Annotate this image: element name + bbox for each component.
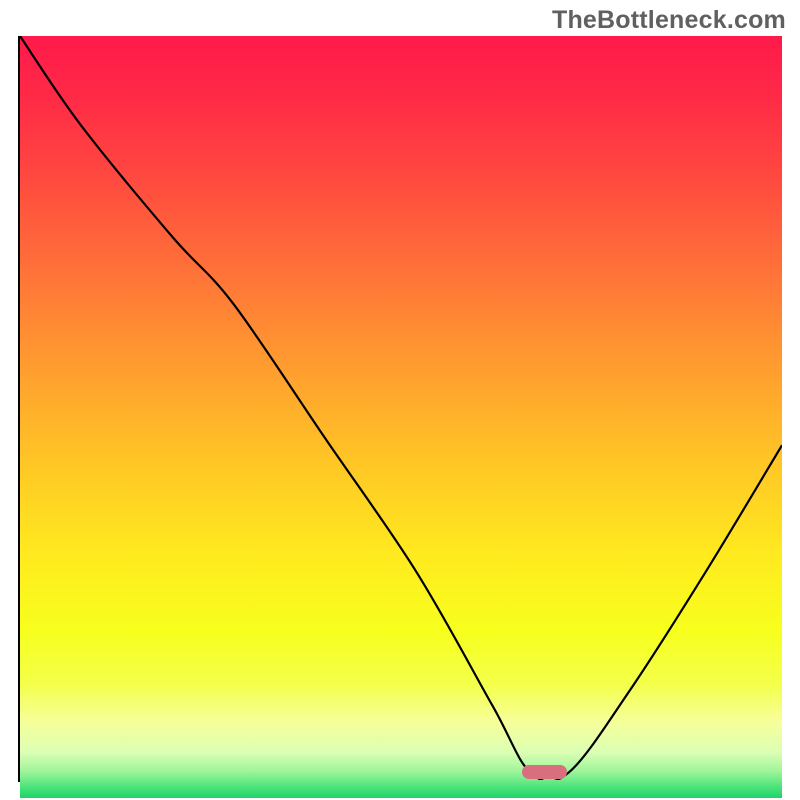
plot-area [18, 36, 782, 782]
chart-container: TheBottleneck.com [0, 0, 800, 800]
bottleneck-curve [20, 36, 782, 780]
optimal-marker [522, 765, 568, 779]
watermark-text: TheBottleneck.com [552, 6, 786, 35]
